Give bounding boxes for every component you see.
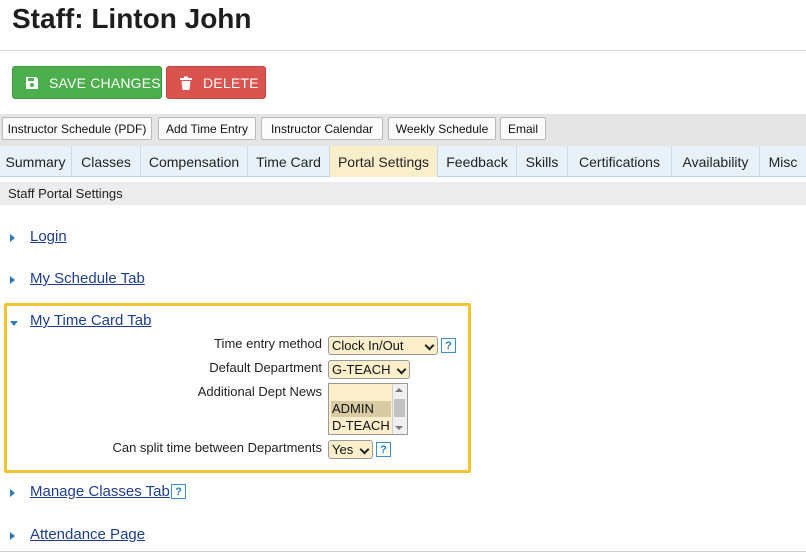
help-icon[interactable]: ?: [441, 338, 456, 353]
time-entry-method-select[interactable]: Clock In/Out: [328, 336, 438, 355]
weekly-schedule-button[interactable]: Weekly Schedule: [388, 117, 496, 140]
page-title: Staff: Linton John: [12, 3, 252, 34]
additional-dept-news-label: Additional Dept News: [197, 384, 322, 399]
accordion-login-link[interactable]: Login: [30, 228, 67, 245]
help-icon[interactable]: ?: [171, 484, 186, 499]
tab-certifications[interactable]: Certifications: [568, 146, 672, 177]
tab-compensation[interactable]: Compensation: [141, 146, 248, 177]
tab-bar: Summary Classes Compensation Time Card P…: [0, 146, 806, 177]
can-split-time-select[interactable]: Yes: [328, 440, 373, 459]
save-changes-button[interactable]: SAVE CHANGES: [12, 66, 162, 99]
add-time-entry-button[interactable]: Add Time Entry: [158, 117, 256, 140]
chevron-down-icon: [396, 364, 407, 375]
can-split-time-label: Can split time between Departments: [112, 440, 322, 455]
tab-time-card[interactable]: Time Card: [248, 146, 330, 177]
instructor-schedule-pdf-button[interactable]: Instructor Schedule (PDF): [2, 117, 152, 140]
caret-right-icon[interactable]: [10, 489, 15, 497]
scroll-down-icon[interactable]: [395, 426, 403, 430]
trash-icon: [179, 76, 193, 90]
scroll-up-icon[interactable]: [395, 388, 403, 392]
section-title: Staff Portal Settings: [0, 182, 806, 205]
default-department-value: G-TEACH: [332, 362, 391, 377]
time-entry-method-label: Time entry method: [214, 336, 322, 351]
accordion-manage-classes-tab-link[interactable]: Manage Classes Tab: [30, 483, 170, 500]
time-entry-method-value: Clock In/Out: [332, 338, 404, 353]
accordion-attendance-page-link[interactable]: Attendance Page: [30, 526, 145, 543]
list-option[interactable]: ADMIN: [331, 401, 391, 417]
listbox-scrollbar[interactable]: [392, 384, 407, 434]
caret-down-icon[interactable]: [10, 321, 18, 326]
default-department-row: Default Department G-TEACH: [0, 358, 806, 380]
chevron-down-icon: [359, 444, 370, 455]
list-option[interactable]: D-TEACH: [331, 418, 391, 434]
time-entry-method-row: Time entry method Clock In/Out ?: [0, 334, 806, 356]
tab-summary[interactable]: Summary: [0, 146, 72, 177]
caret-right-icon[interactable]: [10, 276, 15, 284]
tab-portal-settings[interactable]: Portal Settings: [330, 146, 438, 177]
quick-links-bar: Instructor Schedule (PDF) Add Time Entry…: [0, 114, 806, 146]
title-bar: Staff: Linton John: [0, 0, 806, 51]
caret-right-icon[interactable]: [10, 234, 15, 242]
tab-misc[interactable]: Misc: [760, 146, 806, 177]
email-button[interactable]: Email: [500, 117, 546, 140]
divider: [0, 551, 806, 552]
can-split-time-row: Can split time between Departments Yes ?: [0, 438, 806, 460]
accordion-my-schedule-tab-link[interactable]: My Schedule Tab: [30, 270, 145, 287]
delete-button[interactable]: DELETE: [166, 66, 266, 99]
can-split-time-value: Yes: [332, 442, 354, 457]
caret-right-icon[interactable]: [10, 532, 15, 540]
default-department-select[interactable]: G-TEACH: [328, 360, 410, 379]
tab-skills[interactable]: Skills: [517, 146, 568, 177]
chevron-down-icon: [424, 340, 435, 351]
tab-classes[interactable]: Classes: [72, 146, 141, 177]
tab-feedback[interactable]: Feedback: [438, 146, 517, 177]
delete-label: DELETE: [203, 74, 259, 91]
additional-dept-news-listbox[interactable]: ADMIN D-TEACH: [328, 383, 408, 435]
action-bar: SAVE CHANGES DELETE: [0, 51, 806, 114]
accordion-my-time-card-tab-link[interactable]: My Time Card Tab: [30, 312, 151, 329]
instructor-calendar-button[interactable]: Instructor Calendar: [261, 117, 383, 140]
default-department-label: Default Department: [209, 360, 322, 375]
tab-availability[interactable]: Availability: [672, 146, 760, 177]
save-icon: [25, 76, 39, 90]
list-option[interactable]: [331, 384, 391, 400]
save-changes-label: SAVE CHANGES: [49, 74, 161, 91]
help-icon[interactable]: ?: [376, 442, 391, 457]
scroll-thumb[interactable]: [394, 399, 405, 417]
